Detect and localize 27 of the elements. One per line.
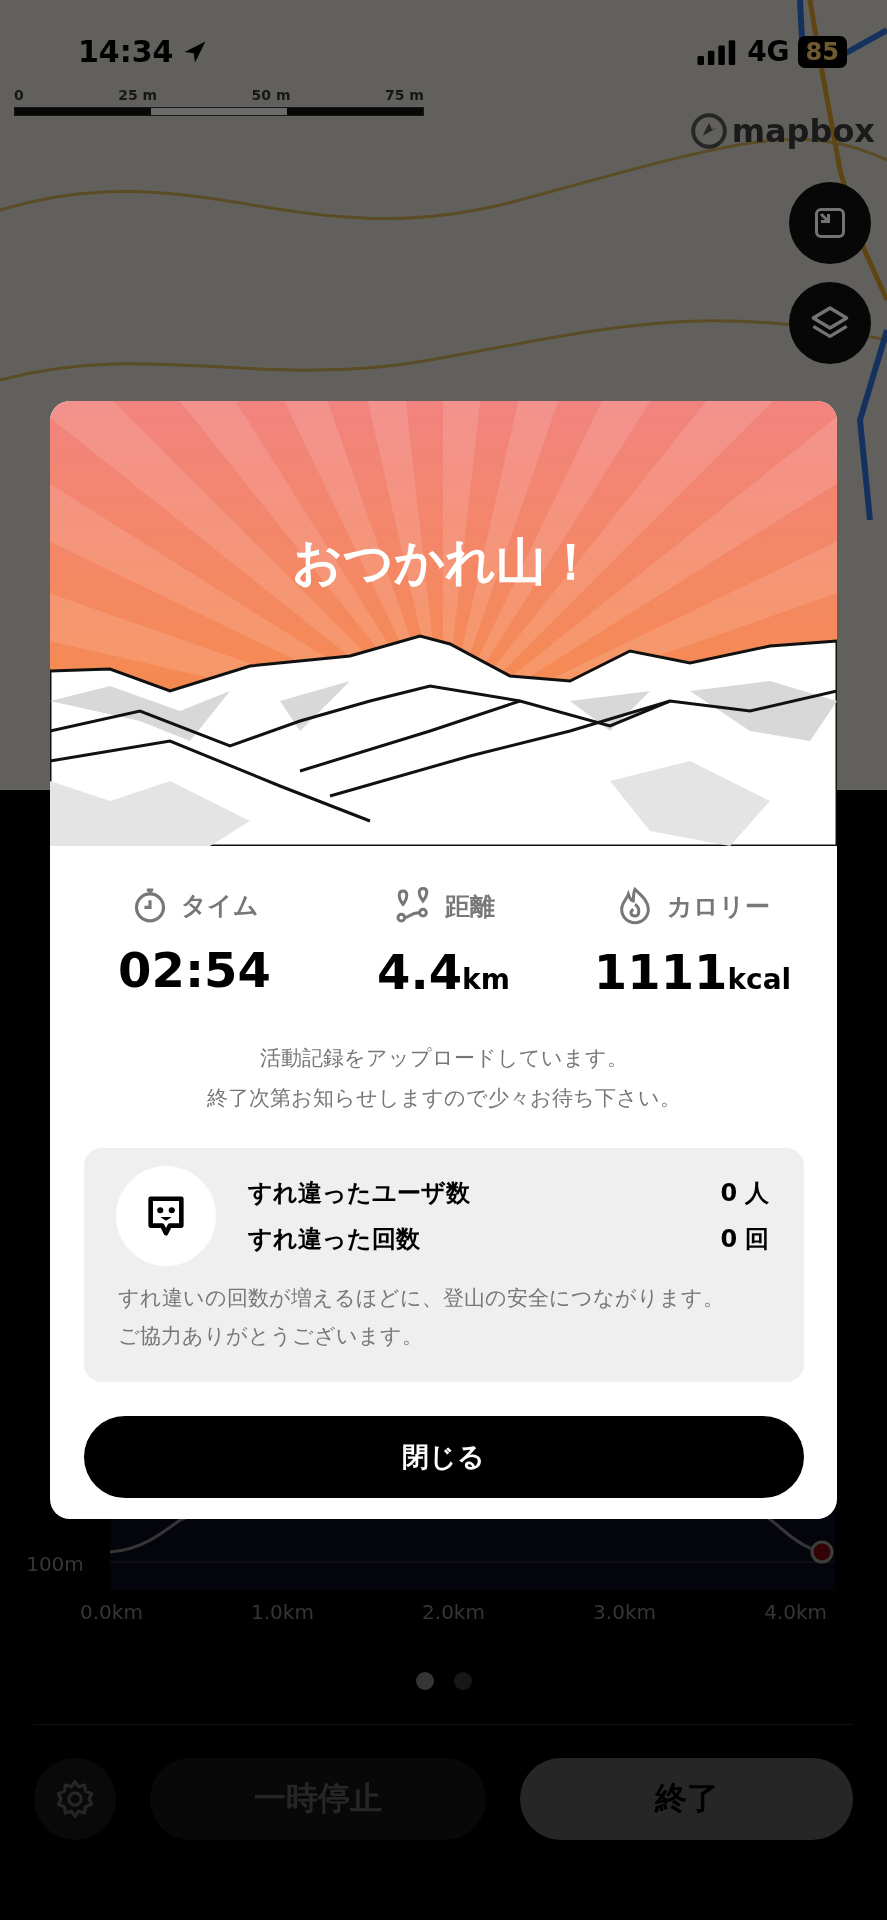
encounter-count: 0 人 — [720, 1178, 770, 1209]
encounter-note: ご協力ありがとうございます。 — [117, 1323, 424, 1350]
encounter-label: すれ違った回数 — [247, 1224, 420, 1255]
encounter-note: すれ違いの回数が増えるほどに、登山の安全につながります。 — [117, 1285, 725, 1312]
settings-icon — [54, 1778, 96, 1820]
fullscreen-exit-icon — [812, 205, 848, 241]
stat-value: 1111 kcal — [593, 944, 792, 1000]
close-button[interactable]: 閉じる — [83, 1416, 804, 1498]
scale-label: 25 m — [118, 87, 158, 103]
encounter-label: すれ違ったユーザ数 — [247, 1178, 470, 1209]
stat-label: 距離 — [444, 890, 495, 923]
scale-label: 50 m — [251, 87, 291, 103]
scale-label: 75 m — [385, 87, 424, 103]
page-indicator-dot[interactable] — [415, 1672, 434, 1690]
scale-label: 0 — [14, 87, 24, 103]
battery-level: 85 — [797, 35, 847, 68]
mapbox-logo-icon — [689, 112, 728, 150]
stat-value: 4.4km — [377, 944, 510, 1000]
stat-label: タイム — [180, 889, 259, 922]
stat-label: カロリー — [667, 890, 770, 923]
status-time: 14:34 — [78, 34, 174, 69]
status-message: 活動記録をアップロードしています。 — [258, 1045, 629, 1072]
network-label: 4G — [747, 35, 790, 68]
dialog-title: おつかれ山！ — [290, 532, 597, 593]
encounter-count: 0 回 — [720, 1224, 770, 1255]
status-message: 終了次第お知らせしますので少々お待ち下さい。 — [206, 1085, 681, 1112]
stat-value: 02:54 — [118, 942, 271, 998]
